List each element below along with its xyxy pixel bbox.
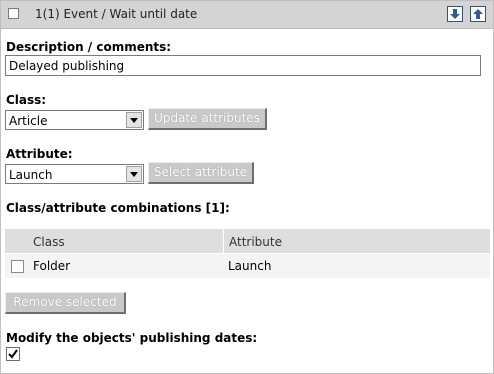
workflow-event-panel: 1(1) Event / Wait until date Description… <box>0 0 494 374</box>
row-select-checkbox[interactable] <box>11 260 24 273</box>
event-select-checkbox[interactable] <box>8 8 19 19</box>
arrow-down-icon <box>450 9 460 19</box>
description-label: Description / comments: <box>6 40 172 54</box>
modify-dates-label: Modify the objects' publishing dates: <box>6 331 258 345</box>
class-label: Class: <box>6 93 47 107</box>
chevron-down-icon <box>130 172 138 177</box>
update-attributes-button[interactable]: Update attributes <box>148 108 267 130</box>
attribute-label: Attribute: <box>6 147 73 161</box>
chevron-down-icon <box>130 118 138 123</box>
class-select-value: Article <box>9 114 48 128</box>
checkmark-icon <box>8 349 18 359</box>
row-class-cell: Folder <box>33 259 71 273</box>
arrow-up-icon <box>473 9 483 19</box>
class-select[interactable]: Article <box>5 110 144 130</box>
combinations-table-header: Class Attribute <box>5 229 490 253</box>
select-attribute-button[interactable]: Select attribute <box>148 162 254 184</box>
description-input[interactable] <box>5 55 481 76</box>
event-header: 1(1) Event / Wait until date <box>1 1 493 29</box>
column-header-attribute: Attribute <box>229 235 282 249</box>
attribute-select-value: Launch <box>9 168 53 182</box>
row-attribute-cell: Launch <box>228 259 272 273</box>
modify-dates-checkbox[interactable] <box>6 347 20 361</box>
attribute-select-dropdown-button[interactable] <box>126 166 142 182</box>
combinations-label: Class/attribute combinations [1]: <box>6 201 230 215</box>
table-row: Folder Launch <box>5 254 490 278</box>
event-title: 1(1) Event / Wait until date <box>35 7 198 21</box>
remove-selected-button[interactable]: Remove selected <box>5 292 126 314</box>
move-up-button[interactable] <box>470 6 486 22</box>
attribute-select[interactable]: Launch <box>5 164 144 184</box>
class-select-dropdown-button[interactable] <box>126 112 142 128</box>
column-header-class: Class <box>33 235 65 249</box>
move-down-button[interactable] <box>447 6 463 22</box>
